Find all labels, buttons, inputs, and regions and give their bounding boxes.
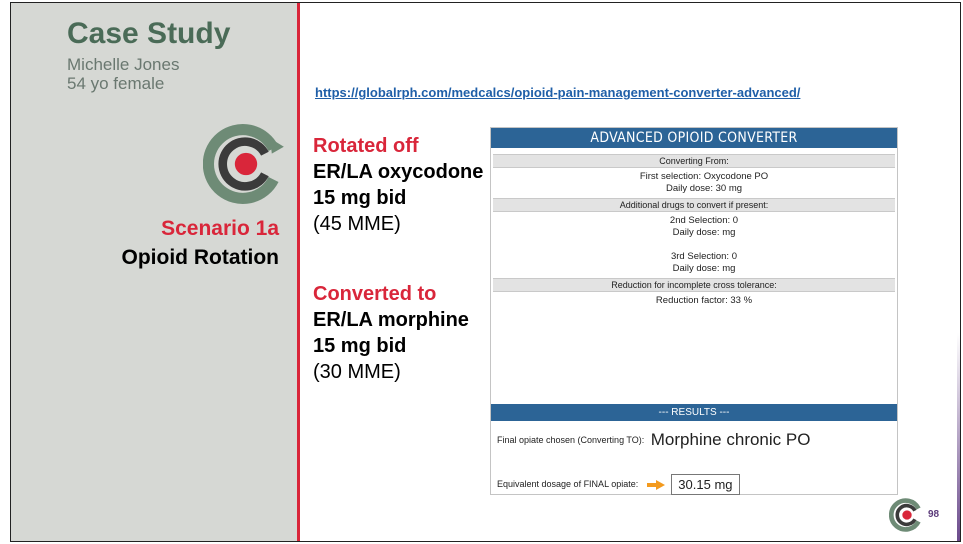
opioid-converter-screenshot: ADVANCED OPIOID CONVERTER Converting Fro… <box>490 127 898 495</box>
daily-dose-label: Daily dose: <box>672 227 720 238</box>
daily-dose-label: Daily dose: <box>665 183 713 194</box>
third-selection-label: 3rd Selection: <box>670 251 730 262</box>
slide: Case Study Michelle Jones 54 yo female S… <box>10 2 961 542</box>
second-selection-value: 0 <box>732 215 739 226</box>
circular-c-logo-icon <box>203 124 284 204</box>
rotated-drug: ER/LA oxycodone <box>313 161 484 183</box>
first-selection-label: First selection: <box>639 171 702 182</box>
first-daily-dose-row: Daily dose: 30 mg <box>491 183 897 195</box>
reduction-row: Reduction factor: 33 % <box>491 295 897 307</box>
final-opiate-row: Final opiate chosen (Converting TO): Mor… <box>497 430 810 450</box>
second-selection-row: 2nd Selection: 0 <box>491 215 897 227</box>
additional-drugs-header: Additional drugs to convert if present: <box>493 198 895 212</box>
left-panel: Case Study Michelle Jones 54 yo female S… <box>11 3 297 541</box>
rotated-off-label: Rotated off <box>313 135 419 157</box>
third-selection-row: 3rd Selection: 0 <box>491 251 897 263</box>
final-opiate-label: Final opiate chosen (Converting TO): <box>497 435 645 445</box>
converter-title: ADVANCED OPIOID CONVERTER <box>491 128 897 148</box>
rotated-dose: 15 mg bid <box>313 187 407 209</box>
rotated-mme: (45 MME) <box>313 213 401 235</box>
patient-info: 54 yo female <box>67 74 165 93</box>
third-selection-value: 0 <box>731 251 738 262</box>
final-opiate-value: Morphine chronic PO <box>650 430 811 449</box>
equivalent-dosage-label: Equivalent dosage of FINAL opiate: <box>497 478 639 489</box>
reduction-value: 33 <box>730 295 741 306</box>
slide-title: Case Study <box>67 17 231 50</box>
page-number: 98 <box>928 509 940 520</box>
second-selection-label: 2nd Selection: <box>669 215 731 226</box>
converted-dose: 15 mg bid <box>313 335 407 357</box>
converted-drug: ER/LA morphine <box>313 309 469 331</box>
first-daily-dose-value: 30 <box>715 183 727 194</box>
accent-bar <box>957 333 960 541</box>
converted-to-label: Converted to <box>313 283 437 305</box>
scenario-subtitle: Opioid Rotation <box>121 246 279 269</box>
third-daily-dose-row: Daily dose: mg <box>491 263 897 275</box>
equivalent-dosage-row: Equivalent dosage of FINAL opiate: 30.15… <box>497 474 740 495</box>
second-daily-dose-row: Daily dose: mg <box>491 227 897 239</box>
converter-url-link[interactable]: https://globalrph.com/medcalcs/opioid-pa… <box>315 85 800 100</box>
dose-unit: mg <box>722 263 736 274</box>
converting-from-header: Converting From: <box>493 154 895 168</box>
daily-dose-label: Daily dose: <box>672 263 720 274</box>
first-selection-row: First selection: Oxycodone PO <box>491 171 897 183</box>
orange-arrow-icon <box>646 479 665 490</box>
scenario-title: Scenario 1a <box>161 217 279 240</box>
results-header: --- RESULTS --- <box>491 404 897 421</box>
converted-mme: (30 MME) <box>313 361 401 383</box>
first-selection-value: Oxycodone PO <box>703 171 769 182</box>
equivalent-dosage-value: 30.15 mg <box>671 474 740 495</box>
dose-unit: mg <box>722 227 736 238</box>
patient-name: Michelle Jones <box>67 55 180 74</box>
divider <box>297 3 300 541</box>
reduction-label: Reduction factor: <box>655 295 728 306</box>
reduction-unit: % <box>743 295 753 306</box>
small-c-logo-icon <box>889 498 921 532</box>
dose-unit: mg <box>728 183 743 194</box>
reduction-header: Reduction for incomplete cross tolerance… <box>493 278 895 292</box>
